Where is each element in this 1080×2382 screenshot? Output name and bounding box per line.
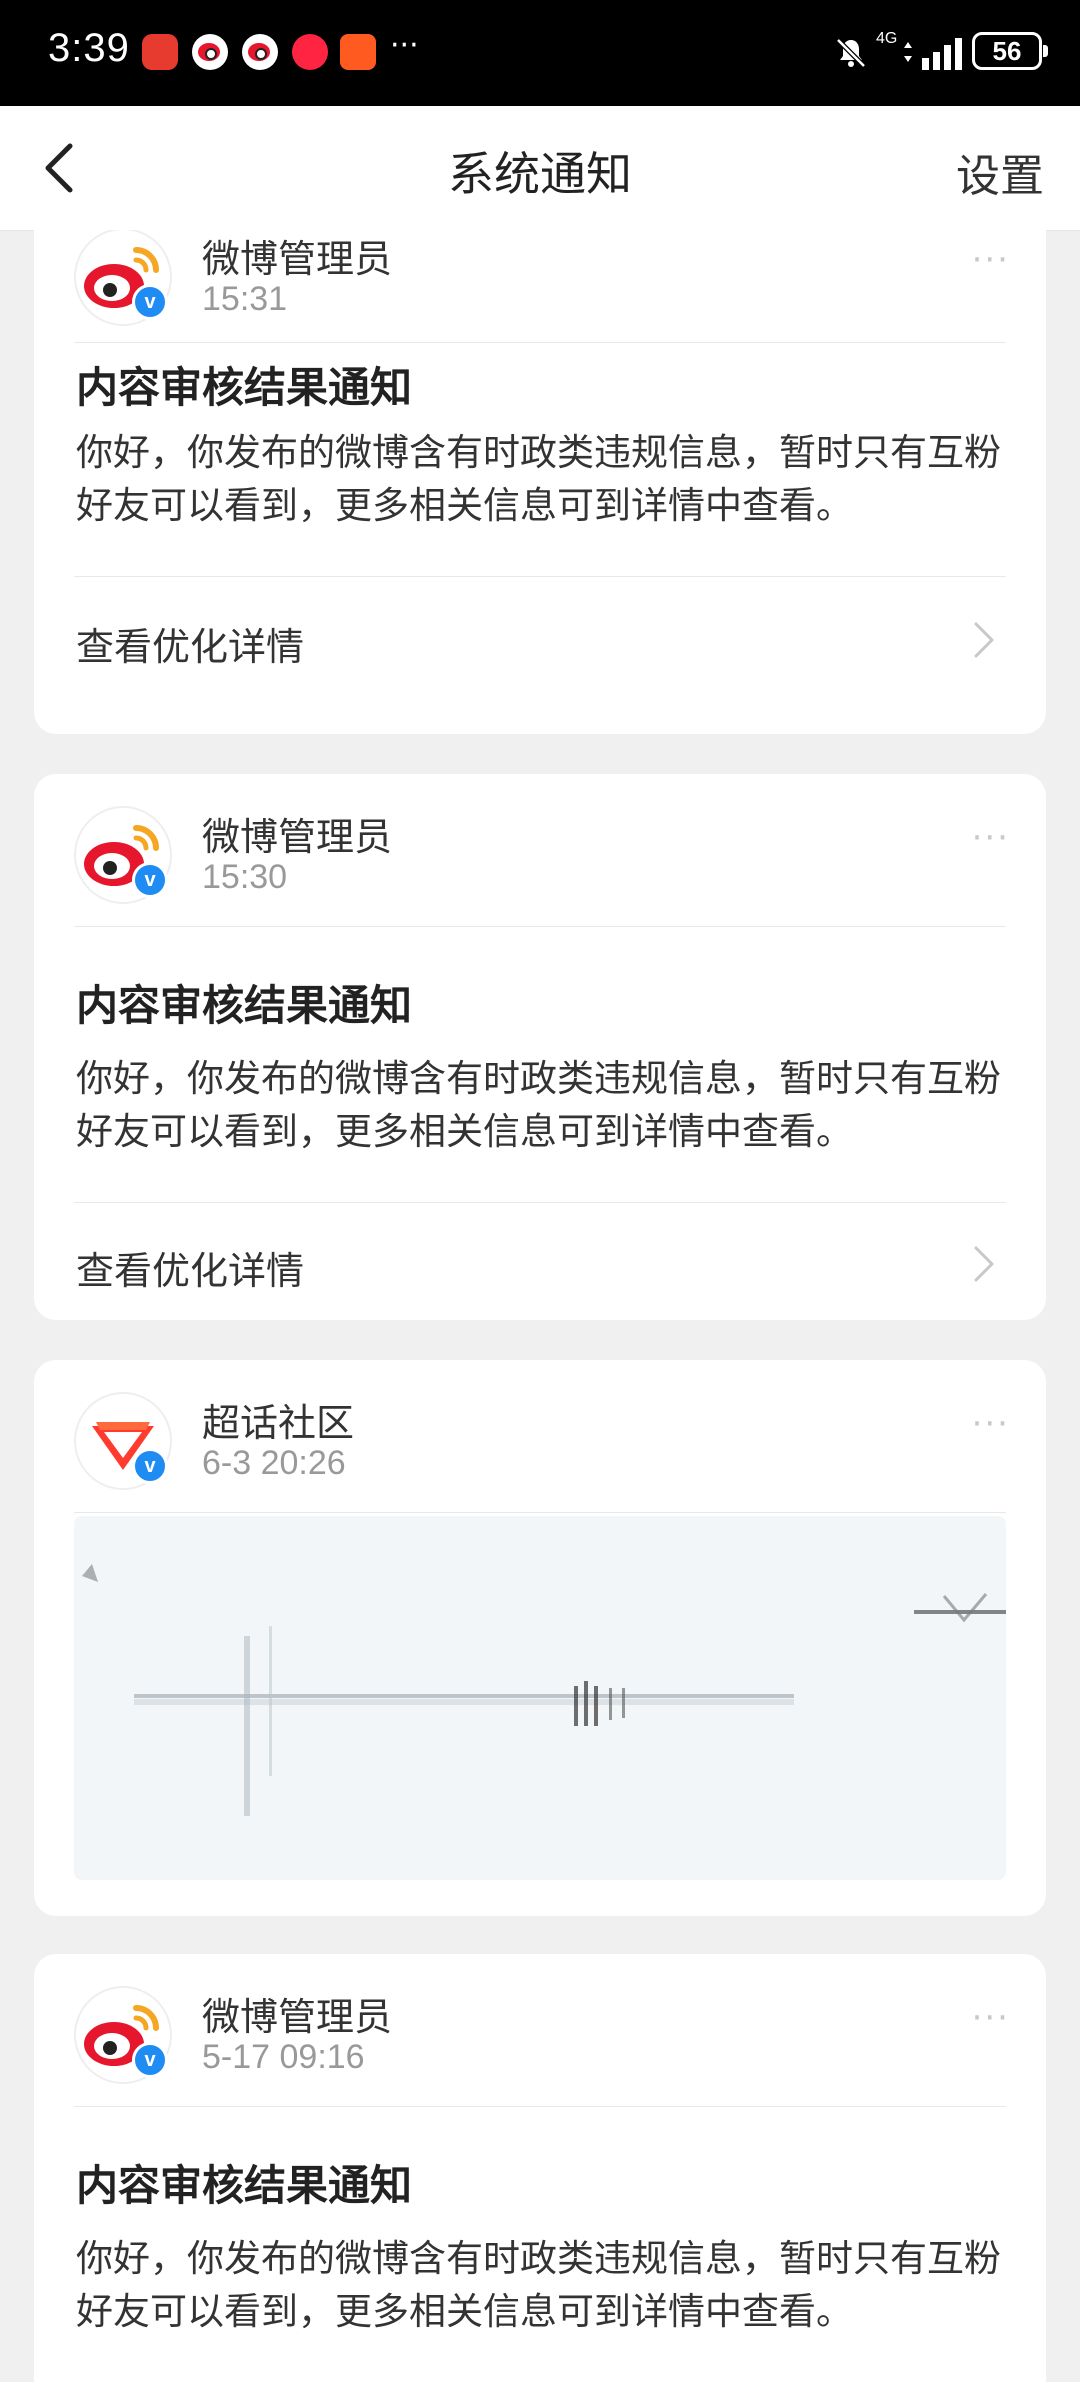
divider: [74, 2106, 1006, 2107]
page-title: 系统通知: [448, 147, 632, 201]
network-type: 4G: [876, 30, 898, 47]
weibo-notification-icon: [242, 34, 278, 70]
notification-time: 15:30: [202, 858, 288, 896]
view-details-label: 查看优化详情: [76, 625, 305, 669]
notification-body: 你好，你发布的微博含有时政类违规信息，暂时只有互粉好友可以看到，更多相关信息可到…: [76, 2237, 1001, 2333]
notification-list: v 微博管理员 15:31 ··· 内容审核结果通知 你好，你发布的微博含有时政…: [0, 230, 1080, 2382]
verified-badge-icon: v: [132, 2042, 168, 2078]
notification-time: 15:31: [202, 280, 288, 318]
more-dots-icon[interactable]: ···: [972, 1404, 1010, 1444]
blurred-image[interactable]: [74, 1516, 1006, 1880]
notification-card: v 微博管理员 15:30 ··· 内容审核结果通知 你好，你发布的微博含有时政…: [34, 774, 1046, 1320]
divider: [74, 576, 1006, 577]
verified-badge-icon: v: [132, 862, 168, 898]
divider: [74, 342, 1006, 343]
status-bar: 3:39 ··· 4G 56: [0, 0, 1080, 106]
status-time: 3:39: [48, 26, 130, 70]
signal-strength-icon: [904, 38, 962, 70]
notification-title: 内容审核结果通知: [76, 2161, 413, 2210]
notification-card: v 微博管理员 5-17 09:16 ··· 内容审核结果通知 你好，你发布的微…: [34, 1954, 1046, 2382]
notification-time: 5-17 09:16: [202, 2038, 365, 2076]
sender-name: 微博管理员: [202, 237, 393, 281]
chevron-right-icon: [974, 622, 994, 658]
card-header: v 超话社区 6-3 20:26 ···: [34, 1360, 1046, 1490]
more-dots-icon[interactable]: ···: [972, 1998, 1010, 2038]
notification-card: v 超话社区 6-3 20:26 ···: [34, 1360, 1046, 1916]
divider: [74, 926, 1006, 927]
app-notification-icon: [142, 34, 178, 70]
notification-time: 6-3 20:26: [202, 1444, 346, 1482]
divider: [74, 1512, 1006, 1513]
nav-bar: 系统通知 设置: [0, 106, 1080, 231]
more-dots-icon[interactable]: ···: [972, 818, 1010, 858]
sender-name: 微博管理员: [202, 1995, 393, 2039]
verified-badge-icon: v: [132, 1448, 168, 1484]
bell-muted-icon: [836, 38, 866, 68]
card-header: v 微博管理员 15:31 ···: [34, 230, 1046, 326]
sender-name: 微博管理员: [202, 815, 393, 859]
chevron-right-icon: [974, 1246, 994, 1282]
card-header: v 微博管理员 15:30 ···: [34, 774, 1046, 904]
weibo-notification-icon: [192, 34, 228, 70]
xiaohongshu-notification-icon: [292, 34, 328, 70]
card-header: v 微博管理员 5-17 09:16 ···: [34, 1954, 1046, 2084]
notification-card: v 微博管理员 15:31 ··· 内容审核结果通知 你好，你发布的微博含有时政…: [34, 230, 1046, 734]
battery-indicator: 56: [972, 32, 1048, 70]
more-notifications-icon: ···: [390, 28, 419, 63]
settings-button[interactable]: 设置: [956, 140, 1044, 204]
taobao-notification-icon: [340, 34, 376, 70]
sender-name: 超话社区: [202, 1401, 355, 1445]
view-details-row[interactable]: 查看优化详情: [74, 578, 1006, 698]
notification-body: 你好，你发布的微博含有时政类违规信息，暂时只有互粉好友可以看到，更多相关信息可到…: [76, 431, 1001, 527]
notification-title: 内容审核结果通知: [76, 363, 413, 412]
verified-badge-icon: v: [132, 284, 168, 320]
notification-title: 内容审核结果通知: [76, 981, 413, 1030]
notification-body: 你好，你发布的微博含有时政类违规信息，暂时只有互粉好友可以看到，更多相关信息可到…: [76, 1057, 1001, 1153]
view-details-label: 查看优化详情: [76, 1249, 305, 1293]
view-details-row[interactable]: 查看优化详情: [74, 1202, 1006, 1320]
blurred-image-content: [74, 1516, 1006, 1880]
more-dots-icon[interactable]: ···: [972, 240, 1010, 280]
